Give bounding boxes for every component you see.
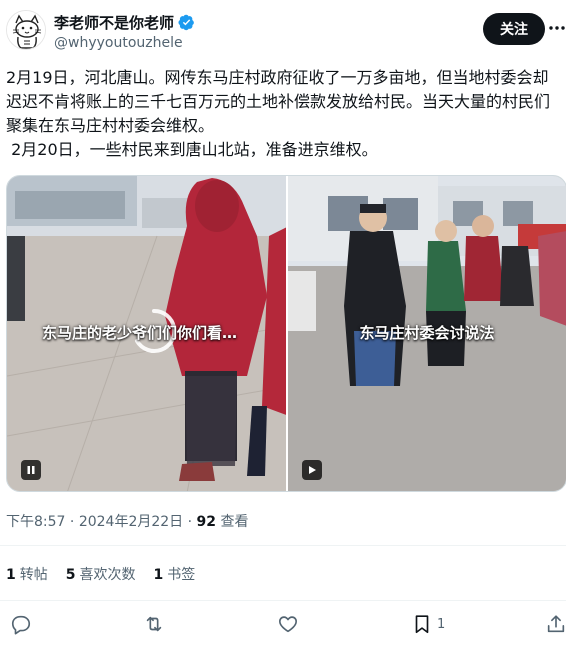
heart-icon	[279, 616, 297, 633]
reply-button[interactable]	[10, 612, 32, 636]
more-options-icon[interactable]	[549, 18, 565, 38]
tweet-time[interactable]: 下午8:57	[6, 514, 65, 530]
bookmarks-count: 1	[153, 567, 164, 583]
video-left[interactable]: 东马庄的老少爷们们你们看…	[7, 176, 288, 491]
bookmark-count: 1	[437, 616, 446, 632]
tweet-meta: 下午8:57 · 2024年2月22日 · 92 查看	[6, 511, 248, 531]
views-label: 查看	[220, 514, 249, 530]
follow-button[interactable]: 关注	[483, 13, 545, 45]
retweets-stat[interactable]: 1 转帖	[6, 564, 48, 584]
author-display-name[interactable]: 李老师不是你老师	[54, 12, 174, 33]
video-left-caption: 东马庄的老少爷们们你们看…	[42, 324, 238, 342]
author-name-row[interactable]: 李老师不是你老师	[54, 12, 195, 33]
media-grid: 东马庄的老少爷们们你们看… 东马庄村委会讨说法	[6, 175, 566, 492]
share-button[interactable]	[545, 612, 566, 636]
retweets-label: 转帖	[19, 567, 48, 583]
tweet-stats: 1 转帖 5 喜欢次数 1 书签	[6, 564, 195, 584]
play-icon[interactable]	[302, 460, 322, 480]
tweet-actions: 1	[0, 610, 566, 640]
divider	[0, 545, 566, 546]
bookmark-icon	[415, 615, 429, 634]
retweet-icon	[146, 616, 162, 632]
share-icon	[547, 615, 565, 633]
bookmarks-label: 书签	[167, 567, 196, 583]
divider	[0, 600, 566, 601]
retweets-count: 1	[6, 567, 16, 583]
bookmark-button[interactable]: 1	[411, 612, 445, 636]
like-button[interactable]	[277, 612, 299, 636]
likes-label: 喜欢次数	[79, 567, 136, 583]
meta-separator: ·	[69, 514, 75, 530]
likes-count: 5	[65, 567, 76, 583]
bookmarks-stat[interactable]: 1 书签	[154, 564, 196, 584]
retweet-button[interactable]	[143, 612, 165, 636]
tweet-date[interactable]: 2024年2月22日	[79, 514, 183, 530]
tweet-text: 2月19日，河北唐山。网传东马庄村政府征收了一万多亩地，但当地村委会却迟迟不肯将…	[6, 68, 551, 159]
author-handle[interactable]: @whyyoutouzhele	[54, 35, 183, 51]
verified-badge-icon	[178, 14, 194, 31]
pause-icon[interactable]	[21, 460, 41, 480]
reply-icon	[11, 615, 31, 635]
video-right-caption: 东马庄村委会讨说法	[359, 324, 495, 342]
cat-sketch-avatar-icon	[7, 11, 45, 49]
meta-separator: ·	[187, 514, 193, 530]
views-count: 92	[196, 514, 217, 530]
tweet-header: 李老师不是你老师 @whyyoutouzhele 关注	[0, 0, 566, 62]
likes-stat[interactable]: 5 喜欢次数	[66, 564, 136, 584]
author-avatar[interactable]	[6, 10, 46, 50]
video-right[interactable]: 东马庄村委会讨说法	[288, 176, 566, 491]
